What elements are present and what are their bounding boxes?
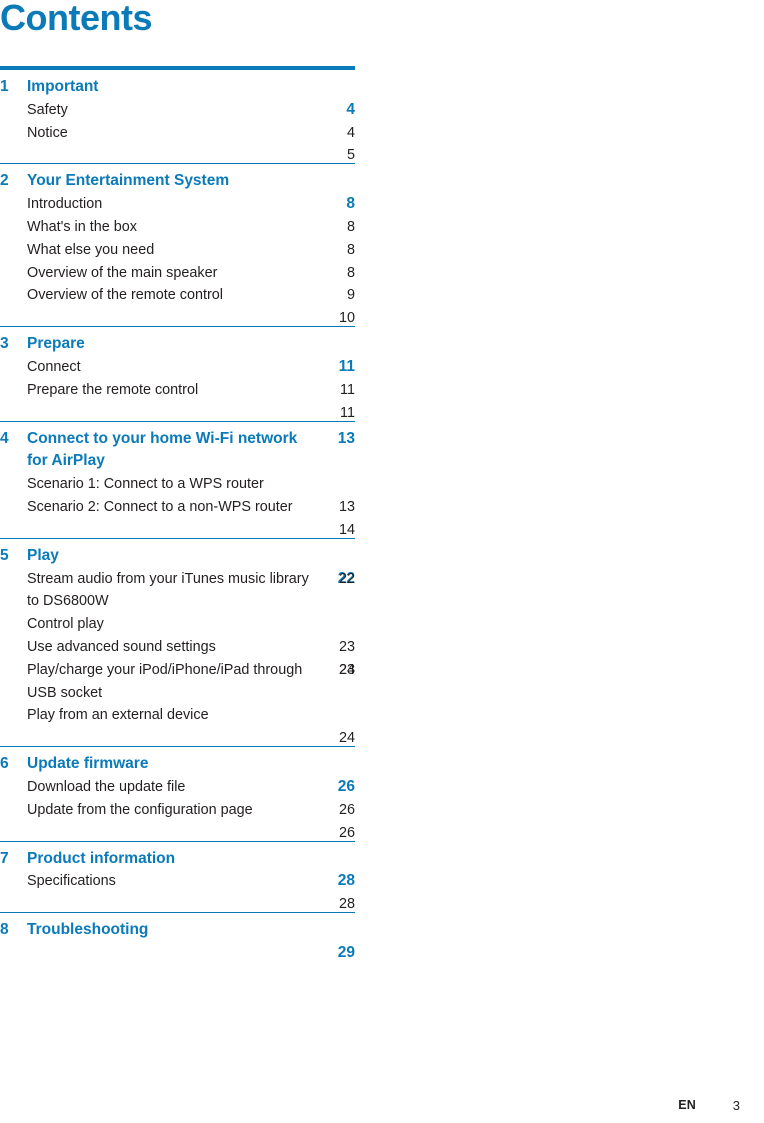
toc-entry-page: 5 bbox=[346, 147, 355, 164]
toc-entry[interactable]: Control play 23 bbox=[0, 613, 355, 655]
toc-entry[interactable]: Update from the configuration page 26 bbox=[0, 799, 355, 841]
toc-section-title: Play bbox=[27, 546, 59, 564]
toc-entry-label-text: Stream audio from your iTunes music libr… bbox=[27, 570, 309, 610]
toc-section: 2 Your Entertainment System 8 Introduction 8… bbox=[0, 170, 355, 326]
toc-entry[interactable]: Introduction 8 bbox=[0, 193, 355, 235]
toc-section-title: Important bbox=[27, 78, 99, 95]
toc-section-heading[interactable]: 5 Play 22 bbox=[0, 545, 355, 587]
toc-section: 6 Update firmware 26 Download the update fi… bbox=[0, 753, 355, 841]
toc-section-heading[interactable]: 2 Your Entertainment System 8 bbox=[0, 170, 355, 212]
toc-section-number: 3 bbox=[0, 335, 9, 353]
toc-entry-page: 11 bbox=[340, 404, 355, 421]
toc-entry-label: 24 Play/charge your iPod/iPhone/iPad thro… bbox=[27, 659, 355, 705]
toc-entry-label: What's in the box bbox=[27, 218, 137, 235]
toc-section: 5 Play 22 22 Stream audio from your iTunes m… bbox=[0, 545, 355, 746]
toc-section-title: Troubleshooting bbox=[27, 921, 149, 939]
toc-section-title: Product information bbox=[27, 849, 176, 867]
toc-section-number: 8 bbox=[0, 921, 9, 939]
toc-section-heading[interactable]: 8 Troubleshooting 29 bbox=[0, 919, 355, 961]
toc-entry-label: Notice bbox=[27, 124, 68, 141]
toc-entry[interactable]: Download the update file 26 bbox=[0, 776, 355, 818]
toc-section-title: Prepare bbox=[27, 335, 85, 353]
toc-entry[interactable]: What's in the box 8 bbox=[0, 216, 355, 258]
toc-entry[interactable]: Overview of the remote control 10 bbox=[0, 284, 355, 326]
toc-entry[interactable]: Connect 11 bbox=[0, 356, 355, 398]
toc-entry-label: Download the update file bbox=[27, 778, 186, 795]
toc-entry-page: 10 bbox=[338, 310, 355, 327]
toc-entry-label: Connect bbox=[27, 358, 81, 375]
toc-entry[interactable]: Overview of the main speaker 9 bbox=[0, 262, 355, 304]
toc-entry-label: Introduction bbox=[27, 196, 103, 213]
toc-section-title: Your Entertainment System bbox=[27, 172, 230, 190]
toc-entry-page: 24 bbox=[338, 661, 355, 678]
toc-section: 3 Prepare 11 Connect 11 Prepare the remote co… bbox=[0, 333, 355, 421]
toc-entry-label: Prepare the remote control bbox=[27, 381, 199, 398]
toc-section: 4 13 Connect to your home Wi-Fi network fo… bbox=[0, 428, 355, 538]
toc-entry-label: Specifications bbox=[27, 873, 116, 890]
footer-language: EN bbox=[678, 1098, 696, 1112]
page-title: Contents bbox=[0, 0, 153, 38]
toc-entry[interactable]: 24 Play/charge your iPod/iPhone/iPad thro… bbox=[0, 659, 355, 705]
toc-entry-page: 24 bbox=[338, 730, 355, 747]
toc-entry-label: What else you need bbox=[27, 241, 155, 258]
footer-page-number: 3 bbox=[732, 1098, 740, 1113]
toc-entry-label-text: Play/charge your iPod/iPhone/iPad throug… bbox=[27, 661, 303, 701]
toc-entry[interactable]: Notice 5 bbox=[0, 122, 355, 164]
toc-section-number: 7 bbox=[0, 849, 9, 867]
toc-section-heading[interactable]: 3 Prepare 11 bbox=[0, 333, 355, 375]
toc-entry[interactable]: Safety 4 bbox=[0, 99, 355, 141]
toc-entry[interactable]: Specifications 28 bbox=[0, 870, 355, 912]
toc-entry-label: Safety bbox=[27, 101, 68, 118]
toc-entry-label: Control play bbox=[27, 616, 104, 633]
toc-entry[interactable]: Use advanced sound settings 23 bbox=[0, 636, 355, 678]
toc-entry-label: Update from the configuration page bbox=[27, 801, 253, 818]
toc-entry-label: Use advanced sound settings bbox=[27, 638, 216, 655]
toc-section-number: 6 bbox=[0, 755, 9, 773]
toc-entry-label: Overview of the remote control bbox=[27, 287, 223, 304]
toc-section-heading[interactable]: 7 Product information 28 bbox=[0, 848, 355, 890]
toc-section-heading[interactable]: 1 Important 4 bbox=[0, 76, 355, 118]
table-of-contents: 1 Important 4 Safety 4 Notice 5 2 Your Entertain… bbox=[0, 66, 355, 961]
toc-entry-page: 26 bbox=[338, 824, 355, 841]
toc-entry-page: 28 bbox=[338, 896, 355, 913]
toc-entry-label: Play from an external device bbox=[27, 707, 209, 724]
toc-entry[interactable]: Prepare the remote control 11 bbox=[0, 379, 355, 421]
toc-entry-page: 22 bbox=[338, 570, 355, 587]
toc-section-page: 13 bbox=[337, 429, 355, 447]
toc-entry-label: Overview of the main speaker bbox=[27, 264, 218, 281]
toc-section-number: 5 bbox=[0, 546, 9, 564]
toc-section: 1 Important 4 Safety 4 Notice 5 bbox=[0, 76, 355, 164]
toc-section-heading[interactable]: 4 13 Connect to your home Wi-Fi network fo… bbox=[0, 428, 355, 474]
toc-section-page: 29 bbox=[337, 943, 355, 961]
toc-entry[interactable]: Scenario 2: Connect to a non-WPS router 1… bbox=[0, 496, 355, 538]
toc-entry[interactable]: 22 Stream audio from your iTunes music li… bbox=[0, 568, 355, 614]
toc-section-title-text: Connect to your home Wi-Fi network for A… bbox=[27, 429, 298, 470]
toc-section: 7 Product information 28 Specifications 28 bbox=[0, 848, 355, 913]
page-footer: EN 3 bbox=[0, 1098, 740, 1118]
toc-entry[interactable]: What else you need 8 bbox=[0, 239, 355, 281]
toc-entry-label: Scenario 1: Connect to a WPS router bbox=[27, 476, 264, 493]
toc-section-number: 1 bbox=[0, 78, 9, 95]
toc-section-number: 4 bbox=[0, 429, 9, 447]
toc-entry-label: 22 Stream audio from your iTunes music li… bbox=[27, 568, 355, 614]
toc-section-heading[interactable]: 6 Update firmware 26 bbox=[0, 753, 355, 795]
toc-entry[interactable]: Scenario 1: Connect to a WPS router 13 bbox=[0, 473, 355, 515]
toc-section-number: 2 bbox=[0, 172, 9, 190]
toc-entry-label: Scenario 2: Connect to a non-WPS router bbox=[27, 498, 293, 515]
toc-entry[interactable]: Play from an external device 24 bbox=[0, 704, 355, 746]
toc-section: 8 Troubleshooting 29 bbox=[0, 919, 355, 961]
toc-section-title: 13 Connect to your home Wi-Fi network for… bbox=[27, 428, 355, 474]
toc-entry-page: 14 bbox=[338, 521, 355, 538]
toc-page: Contents 1 Important 4 Safety 4 Notice 5 2 Your … bbox=[0, 0, 764, 1123]
toc-section-title: Update firmware bbox=[27, 755, 149, 773]
